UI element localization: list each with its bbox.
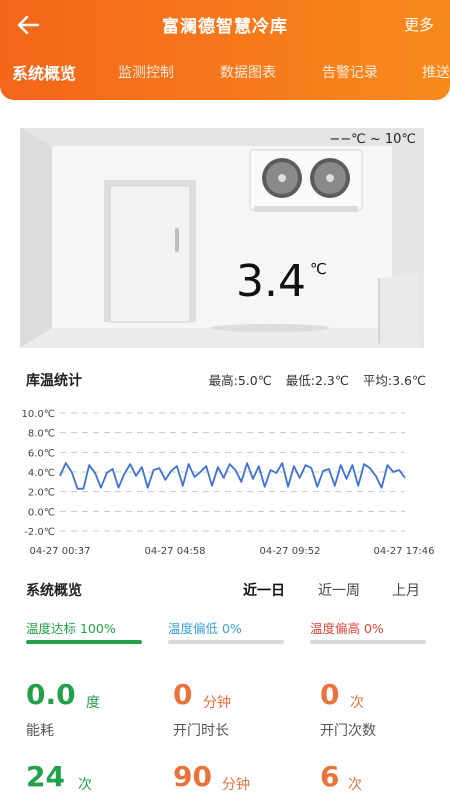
period-day-button[interactable]: 近一日	[243, 580, 285, 600]
pill-temp-high-bar	[310, 640, 426, 644]
metric-door-duration-value: 0	[173, 678, 193, 711]
tab-system-overview[interactable]: 系统概览	[12, 62, 76, 84]
x-tick-label: 04-27 04:58	[144, 546, 205, 557]
y-tick-label: 8.0℃	[28, 429, 55, 440]
metric-row2-3-value: 6	[320, 760, 340, 793]
metric-door-count-unit: 次	[350, 695, 364, 711]
pill-temp-ok[interactable]: 温度达标 100%	[26, 618, 116, 637]
metric-door-count-value: 0	[320, 678, 340, 711]
metric-row2-1-unit: 次	[78, 777, 92, 793]
stat-avg: 平均:3.6℃	[362, 373, 426, 388]
metric-row2-2-unit: 分钟	[222, 777, 250, 793]
metric-row2-1-value: 24	[26, 760, 65, 793]
stat-min: 最低:2.3℃	[285, 373, 349, 388]
temperature-stats-title: 库温统计	[26, 373, 82, 389]
y-tick-label: 0.0℃	[28, 507, 55, 518]
x-tick-label: 04-27 17:46	[373, 546, 434, 557]
app-header: 富澜德智慧冷库 更多 系统概览 监测控制 数据图表 告警记录 推送	[0, 0, 450, 100]
metric-door-count-label: 开门次数	[320, 723, 376, 739]
more-button[interactable]: 更多	[404, 14, 434, 35]
y-tick-label: 2.0℃	[28, 488, 55, 499]
cold-room-illustration: −−℃ ~ 10℃ 3.4 ℃	[20, 128, 424, 348]
pill-temp-low[interactable]: 温度偏低 0%	[168, 618, 242, 637]
tab-alarm-records[interactable]: 告警记录	[322, 62, 378, 82]
temperature-series-line	[59, 462, 406, 490]
y-tick-label: 6.0℃	[28, 448, 55, 459]
pill-temp-ok-bar	[26, 640, 142, 644]
temperature-line-chart: 10.0℃ 8.0℃ 6.0℃ 4.0℃ 2.0℃ 0.0℃ -2.0℃ 04-27 00:3…	[22, 409, 435, 557]
tab-push[interactable]: 推送	[422, 62, 450, 82]
y-tick-label: 10.0℃	[22, 409, 56, 420]
current-temperature: 3.4	[236, 256, 306, 307]
metric-door-duration-label: 开门时长	[173, 723, 229, 739]
room-drawing	[20, 128, 424, 348]
period-month-button[interactable]: 上月	[392, 580, 420, 600]
stat-max: 最高:5.0℃	[208, 373, 272, 388]
page-title: 富澜德智慧冷库	[162, 17, 288, 37]
metric-row2-2-value: 90	[173, 760, 212, 793]
tab-data-charts[interactable]: 数据图表	[220, 62, 276, 82]
metric-energy-value: 0.0	[26, 678, 76, 711]
x-tick-label: 04-27 09:52	[259, 546, 320, 557]
y-tick-label: 4.0℃	[28, 468, 55, 479]
temperature-unit: ℃	[310, 260, 327, 278]
temperature-stats: 最高:5.0℃ 最低:2.3℃ 平均:3.6℃	[199, 370, 426, 389]
pill-temp-high[interactable]: 温度偏高 0%	[310, 618, 384, 637]
tab-bar: 系统概览 监测控制 数据图表 告警记录 推送	[0, 62, 450, 90]
metric-energy-label: 能耗	[26, 723, 54, 739]
tab-monitor-control[interactable]: 监测控制	[118, 62, 174, 82]
temperature-range: −−℃ ~ 10℃	[329, 132, 416, 147]
period-week-button[interactable]: 近一周	[318, 580, 360, 600]
x-tick-label: 04-27 00:37	[29, 546, 90, 557]
y-tick-label: -2.0℃	[24, 527, 55, 538]
overview-title: 系统概览	[26, 583, 82, 599]
pill-temp-low-bar	[168, 640, 284, 644]
metric-energy-unit: 度	[86, 695, 100, 711]
metric-row2-3-unit: 次	[348, 777, 362, 793]
metric-door-duration-unit: 分钟	[203, 695, 231, 711]
